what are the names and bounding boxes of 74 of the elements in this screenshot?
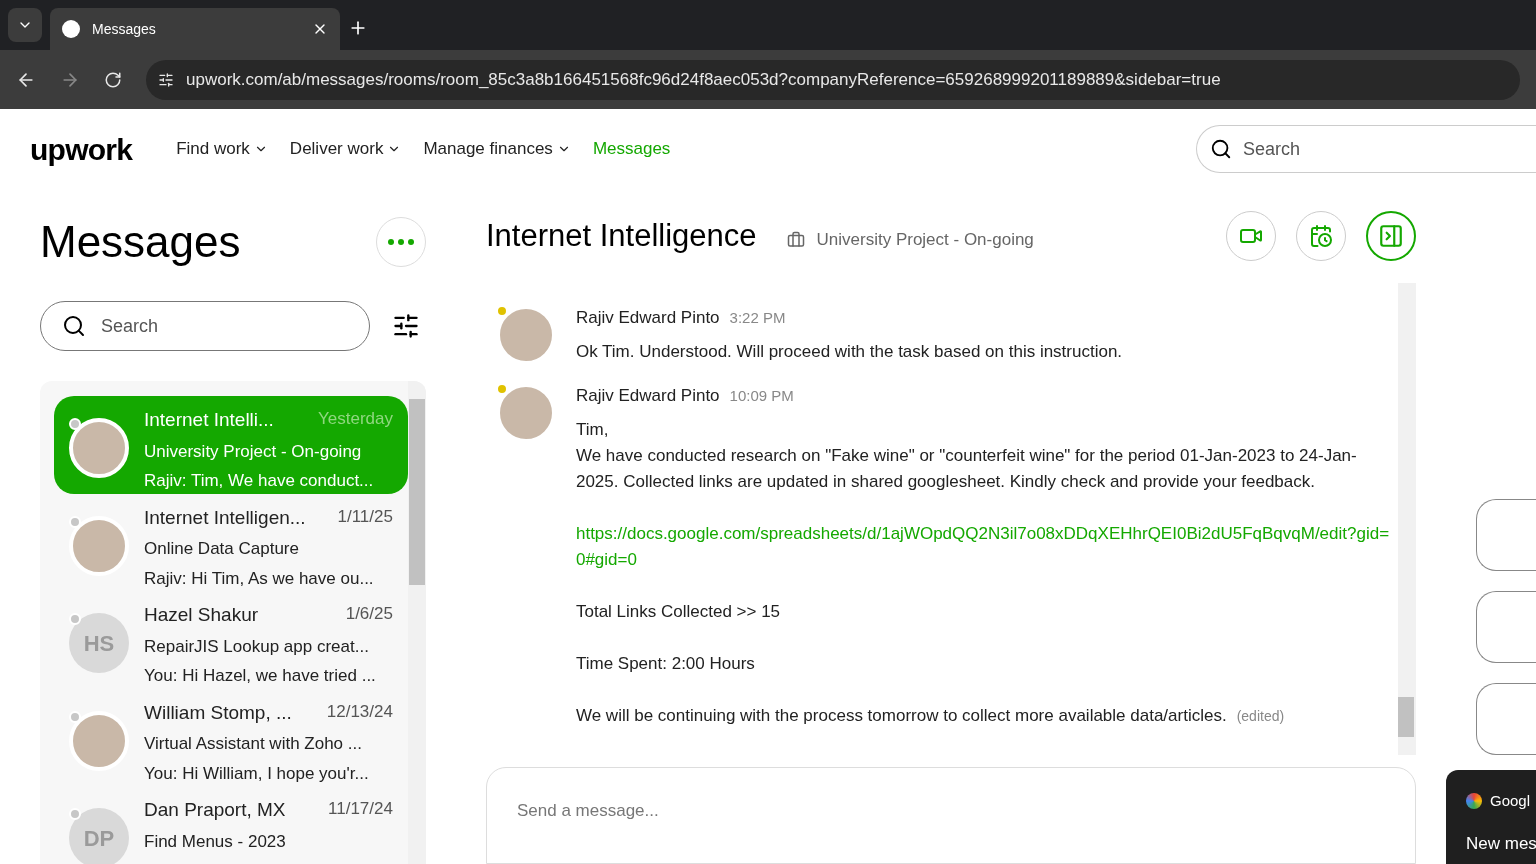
side-button[interactable] bbox=[1476, 683, 1536, 755]
chrome-icon bbox=[1466, 793, 1482, 810]
video-call-button[interactable] bbox=[1226, 211, 1276, 262]
conversation-item[interactable]: DP Dan Praport, MX 11/17/24 Find Menus - 2023 bbox=[54, 786, 408, 864]
scrollbar[interactable] bbox=[407, 381, 426, 864]
page-title: Messages bbox=[40, 216, 241, 268]
chat-title: Internet Intelligence bbox=[485, 216, 757, 255]
message-text: Tim, bbox=[575, 418, 610, 441]
conversation-item[interactable]: Internet Intelligen... 1/11/25 Online Data Capture Rajiv: Hi Tim, As we have ou... bbox=[54, 493, 408, 591]
search-icon bbox=[62, 314, 86, 338]
side-button[interactable] bbox=[1476, 591, 1536, 663]
conversation-date: 12/13/24 bbox=[326, 700, 393, 723]
sender-name: Rajiv Edward Pinto bbox=[575, 385, 720, 408]
notification-text: New mes bbox=[1466, 832, 1536, 855]
message-input[interactable]: Send a message... bbox=[485, 766, 1416, 864]
conversation-subject: Virtual Assistant with Zoho ... bbox=[144, 733, 363, 755]
filter-icon[interactable] bbox=[392, 312, 420, 340]
message-text: Time Spent: 2:00 Hours bbox=[575, 652, 756, 675]
message-preview: You: Hi Hazel, we have tried ... bbox=[144, 665, 377, 687]
scrollbar[interactable] bbox=[1398, 283, 1416, 755]
avatar-initials: HS bbox=[69, 613, 129, 673]
upwork-logo[interactable]: upwork bbox=[30, 126, 133, 172]
conversation-date: Yesterday bbox=[317, 408, 393, 430]
avatar-initials: DP bbox=[69, 808, 129, 864]
side-button[interactable] bbox=[1476, 499, 1536, 571]
contact-name: Internet Intelligen... bbox=[144, 505, 306, 530]
edited-label: (edited) bbox=[1236, 707, 1285, 724]
conversation-subject: Find Menus - 2023 bbox=[144, 830, 287, 853]
panel-toggle-button[interactable] bbox=[1366, 211, 1416, 262]
schedule-button[interactable] bbox=[1296, 211, 1346, 262]
tab-title: Messages bbox=[92, 19, 157, 39]
nav-link[interactable]: Find work bbox=[176, 136, 268, 162]
message-text: Total Links Collected >> 15 bbox=[575, 600, 782, 623]
search-icon bbox=[1210, 138, 1232, 160]
message-preview: You: Hi William, I hope you'r... bbox=[144, 762, 370, 785]
conversation-date: 11/17/24 bbox=[328, 798, 393, 820]
avatar-photo bbox=[69, 418, 129, 478]
nav-link[interactable]: Deliver work bbox=[289, 136, 402, 162]
message-time: 3:22 PM bbox=[729, 308, 786, 329]
notification-source: Googl bbox=[1490, 791, 1531, 811]
contact-name: Hazel Shakur bbox=[144, 603, 259, 627]
conversation-date: 1/11/25 bbox=[337, 505, 393, 528]
browser-tab[interactable]: Messages bbox=[50, 8, 340, 50]
contact-name: Dan Praport, MX bbox=[144, 798, 286, 822]
nav-link[interactable]: Manage finances bbox=[423, 136, 571, 162]
message-preview: Rajiv: Tim, We have conduct... bbox=[144, 470, 375, 492]
message-preview: Rajiv: Hi Tim, As we have ou... bbox=[144, 567, 375, 590]
sender-name: Rajiv Edward Pinto bbox=[575, 307, 720, 330]
message-text: We will be continuing with the process tomorrow to collect more available data/articles. (edited) bbox=[575, 704, 1286, 727]
upwork-logo-icon bbox=[62, 20, 80, 38]
contact-name: William Stomp, ... bbox=[144, 700, 292, 725]
dots-icon bbox=[387, 239, 414, 245]
message-text: Ok Tim. Understood. Will proceed with the task based on this instruction. bbox=[575, 340, 1124, 363]
briefcase-icon bbox=[786, 231, 805, 250]
conversation-subject: University Project - On-going bbox=[144, 440, 363, 463]
url-text: upwork.com/ab/messages/rooms/room_85c3a8b166451568fc96d24f8aec053d?companyReference=659268999201189889&sidebar=true bbox=[186, 68, 1221, 91]
site-settings-icon[interactable] bbox=[158, 71, 174, 88]
address-bar[interactable]: upwork.com/ab/messages/rooms/room_85c3a8b166451568fc96d24f8aec053d?companyReference=659268999201189889&sidebar=true bbox=[146, 59, 1520, 100]
contact-name: Internet Intelli... bbox=[144, 408, 274, 432]
search-field[interactable]: Search bbox=[40, 301, 370, 351]
conversation-item[interactable]: HS Hazel Shakur 1/6/25 RepairJIS Lookup app creat... You: Hi Hazel, we have tried ... bbox=[54, 591, 408, 689]
conversation-subject: Online Data Capture bbox=[144, 538, 300, 560]
search-field[interactable]: Search bbox=[1196, 125, 1536, 173]
notification-popup[interactable]: Googl New mes bbox=[1446, 770, 1536, 864]
calendar-clock-icon bbox=[1309, 224, 1333, 249]
reload-icon[interactable] bbox=[104, 70, 122, 89]
project-name: University Project - On-going bbox=[816, 229, 1034, 252]
panel-icon bbox=[1378, 223, 1404, 250]
conversation-item[interactable]: William Stomp, ... 12/13/24 Virtual Assistant with Zoho ... You: Hi William, I hope you'r... bbox=[54, 688, 408, 786]
tab-list-button[interactable] bbox=[8, 8, 42, 42]
conversation-subject: RepairJIS Lookup app creat... bbox=[144, 635, 370, 658]
message-text: We have conducted research on "Fake wine" or "counterfeit wine" for the period 01-Jan-2023 to 24-Jan-2025. Collected links are updated in shared googlesheet. Kindly check and provide your feedback. bbox=[575, 444, 1358, 493]
message-time: 10:09 PM bbox=[729, 386, 794, 407]
conversation-date: 1/6/25 bbox=[345, 603, 393, 625]
